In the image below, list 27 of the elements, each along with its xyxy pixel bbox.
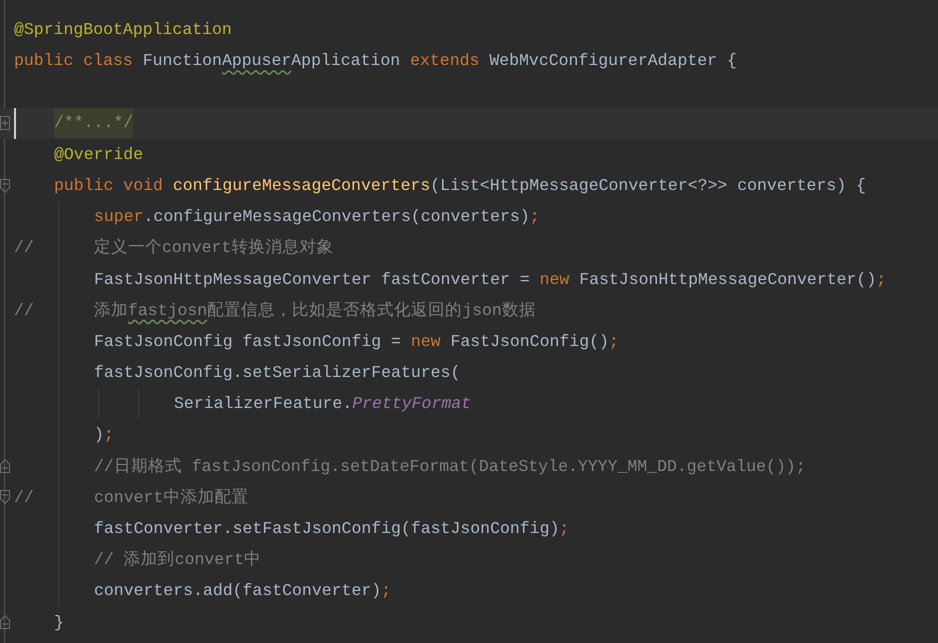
fold-icon[interactable] <box>0 615 10 630</box>
comment-marker: // <box>14 238 34 258</box>
code-line: super.configureMessageConverters(converters); <box>94 206 540 228</box>
folded-comment[interactable]: /**...*/ <box>54 108 134 138</box>
code-line: SerializerFeature.PrettyFormat <box>174 393 472 416</box>
code-line: //日期格式 fastJsonConfig.setDateFormat(DateStyle.YYYY_MM_DD.getValue()); <box>94 456 806 478</box>
code-line: } <box>54 612 64 634</box>
code-line: FastJsonHttpMessageConverter fastConverter = new FastJsonHttpMessageConverter(); <box>94 268 886 290</box>
code-line: // 添加到convert中 <box>94 549 262 572</box>
comment-marker: // <box>14 488 34 507</box>
code-line: @Override <box>54 144 144 166</box>
code-line: 定义一个convert转换消息对象 <box>94 237 334 260</box>
code-line: FastJsonConfig fastJsonConfig = new FastJsonConfig(); <box>94 330 619 353</box>
comment-marker: // <box>14 300 34 320</box>
code-line: public void configureMessageConverters(List<HttpMessageConverter<?>> converters) { <box>54 174 866 197</box>
code-line: fastConverter.setFastJsonConfig(fastJsonConfig); <box>94 518 570 540</box>
fold-icon[interactable] <box>0 178 10 193</box>
code-line: 添加fastjosn配置信息，比如是否格式化返回的json数据 <box>94 300 536 322</box>
expand-icon[interactable] <box>0 116 10 130</box>
code-line: public class FunctionAppuserApplication extends WebMvcConfigurerAdapter { <box>14 50 737 72</box>
fold-icon[interactable] <box>0 459 10 474</box>
code-line: convert中添加配置 <box>94 486 248 509</box>
code-line: converters.add(fastConverter); <box>94 580 392 602</box>
code-line: ); <box>94 424 114 446</box>
code-line: @SpringBootApplication <box>14 19 232 41</box>
code-line: fastJsonConfig.setSerializerFeatures( <box>94 362 460 384</box>
fold-icon[interactable] <box>0 490 10 504</box>
